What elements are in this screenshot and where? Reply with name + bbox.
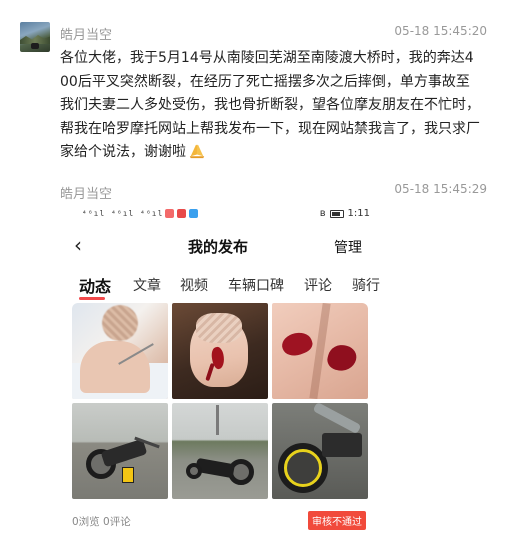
tab-articles[interactable]: 文章 [133,275,161,295]
phone-status-bar: ⁴⁶ıl ⁴⁶ıl ⁴⁶ıl ʙ 1:11 [60,205,380,225]
page-title: 我的发布 [188,238,249,256]
active-tab-indicator [79,297,105,300]
bent-swingarm-photo[interactable] [272,403,368,499]
crashed-motorcycle-photo[interactable] [72,403,168,499]
attached-screenshot[interactable]: ⁴⁶ıl ⁴⁶ıl ⁴⁶ıl ʙ 1:11 ‹ 我的发布 管理 动态 文章 视频… [60,205,380,535]
pray-hands-icon [189,145,205,159]
tab-dynamics[interactable]: 动态 [79,273,111,297]
knee-wounds-photo[interactable] [272,303,368,399]
status-time: 1:11 [347,208,370,219]
hospital-patient-photo[interactable] [72,303,168,399]
app-nav-bar: ‹ 我的发布 管理 [60,233,380,261]
review-status-badge: 审核不通过 [308,511,366,530]
back-chevron-icon[interactable]: ‹ [74,233,82,257]
tab-vehicle-reviews[interactable]: 车辆口碑 [228,275,284,295]
motorcycle-on-highway-photo[interactable] [172,403,268,499]
app-icon [189,209,198,218]
tab-videos[interactable]: 视频 [180,275,208,295]
view-comment-stats: 0浏览 0评论 [72,516,131,528]
app-icon [165,209,174,218]
photo-grid [72,303,368,500]
status-right: ʙ 1:11 [320,208,370,219]
tab-rides[interactable]: 骑行 [352,275,380,295]
tab-bar: 动态 文章 视频 车辆口碑 评论 骑行 [60,271,380,301]
notification-icons [165,209,198,218]
bluetooth-icon: ʙ [319,208,326,219]
injured-face-photo[interactable] [172,303,268,399]
battery-icon [329,209,344,218]
app-icon [177,209,186,218]
username[interactable]: 皓月当空 [60,183,112,202]
post-message-text: 各位大佬，我于5月14号从南陵回芜湖至南陵渡大桥时，我的奔达400后平叉突然断裂… [60,50,480,161]
username[interactable]: 皓月当空 [60,24,112,43]
post-message: 各位大佬，我于5月14号从南陵回芜湖至南陵渡大桥时，我的奔达400后平叉突然断裂… [60,47,480,165]
user-avatar[interactable] [20,22,50,52]
manage-button[interactable]: 管理 [334,237,362,257]
signal-indicators: ⁴⁶ıl ⁴⁶ıl ⁴⁶ıl [82,209,164,218]
post-timestamp: 05-18 15:45:29 [394,182,487,196]
tab-comments[interactable]: 评论 [304,275,332,295]
post-timestamp: 05-18 15:45:20 [394,24,487,38]
